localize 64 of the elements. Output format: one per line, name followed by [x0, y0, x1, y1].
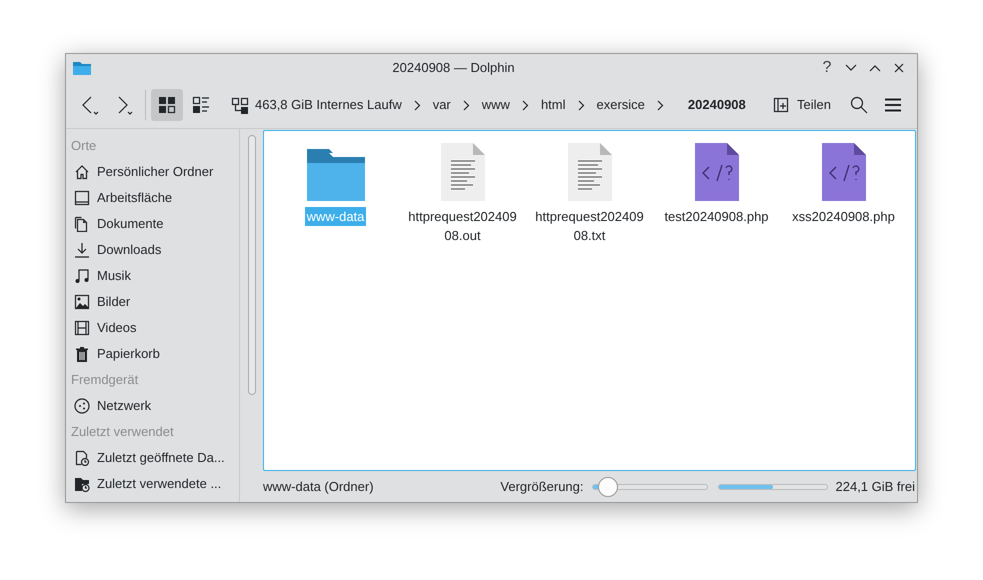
- code-file-icon[interactable]: [694, 143, 738, 201]
- sidebar-item[interactable]: Zuletzt verwendete ...: [71, 471, 239, 497]
- chevron-icon: [462, 100, 470, 110]
- section-heading: Fremdgerät: [71, 371, 140, 389]
- breadcrumb[interactable]: exersice: [592, 95, 649, 115]
- menu-icon: [885, 98, 901, 112]
- breadcrumb[interactable]: 463,8 GiB Internes Laufw: [251, 95, 406, 115]
- chevron-icon: [522, 100, 529, 110]
- help-button[interactable]: ?: [815, 57, 839, 79]
- sidebar-item[interactable]: Arbeitsfläche: [71, 185, 239, 211]
- sidebar-item[interactable]: Videos: [71, 315, 239, 341]
- text-file-icon[interactable]: [440, 143, 484, 201]
- scrollbar-thumb[interactable]: [248, 135, 256, 395]
- file-name[interactable]: test20240908.php: [662, 207, 771, 226]
- sidebar-item[interactable]: Downloads: [71, 237, 239, 263]
- documents-icon: [74, 216, 90, 232]
- status-text: www-data (Ordner): [263, 478, 374, 496]
- panel-icon: [773, 97, 790, 113]
- maximize-icon[interactable]: [869, 64, 881, 72]
- file-name[interactable]: httprequest20240908.out: [404, 207, 522, 245]
- breadcrumb[interactable]: html: [536, 95, 570, 115]
- free-space-text: 224,1 GiB frei: [836, 478, 915, 496]
- desktop-icon: [74, 190, 90, 206]
- search-icon: [850, 96, 868, 114]
- file-clock-icon: [74, 450, 90, 466]
- film-icon: [74, 320, 90, 336]
- minimize-icon[interactable]: [845, 64, 857, 72]
- breadcrumb[interactable]: www: [478, 95, 514, 115]
- sidebar-item[interactable]: Papierkorb: [71, 341, 239, 367]
- window-title: 20240908 — Dolphin: [391, 59, 516, 78]
- breadcrumb[interactable]: 20240908: [684, 95, 750, 115]
- folder-clock-icon: [74, 476, 90, 492]
- picture-icon: [74, 294, 90, 310]
- folder-icon: [72, 60, 92, 76]
- section-heading: Orte: [71, 137, 98, 155]
- chevron-icon: [414, 100, 421, 110]
- file-name[interactable]: xss20240908.php: [790, 207, 897, 226]
- code-file-icon[interactable]: [822, 143, 866, 201]
- trash-icon: [74, 346, 90, 362]
- close-icon[interactable]: [894, 63, 904, 73]
- chevron-icon: [578, 100, 584, 110]
- tree-icon: [231, 96, 249, 115]
- zoom-slider-handle[interactable]: [598, 476, 618, 496]
- sidebar-item[interactable]: Musik: [71, 263, 239, 289]
- section-heading: Zuletzt verwendet: [71, 423, 175, 441]
- music-note-icon: [74, 268, 90, 284]
- folder-icon[interactable]: [306, 149, 364, 201]
- share-button[interactable]: Teilen: [769, 89, 835, 121]
- file-name[interactable]: httprequest20240908.txt: [530, 207, 648, 245]
- sidebar-item[interactable]: Bilder: [71, 289, 239, 315]
- sidebar-item[interactable]: Dokumente: [71, 211, 239, 237]
- home-icon: [74, 164, 90, 180]
- text-file-icon[interactable]: [568, 143, 612, 201]
- breadcrumb[interactable]: var: [428, 95, 455, 115]
- view-mode-button[interactable]: [151, 89, 183, 121]
- zoom-label: Vergrößerung:: [500, 478, 584, 496]
- download-icon: [74, 242, 90, 258]
- sidebar-item[interactable]: Persönlicher Ordner: [71, 159, 239, 185]
- grid-icon: [158, 96, 176, 114]
- network-icon: [74, 398, 90, 414]
- sidebar-item[interactable]: Netzwerk: [71, 393, 239, 419]
- list-icon: [192, 96, 210, 114]
- sidebar-item[interactable]: Zuletzt geöffnete Da...: [71, 445, 239, 471]
- chevron-icon: [656, 100, 664, 110]
